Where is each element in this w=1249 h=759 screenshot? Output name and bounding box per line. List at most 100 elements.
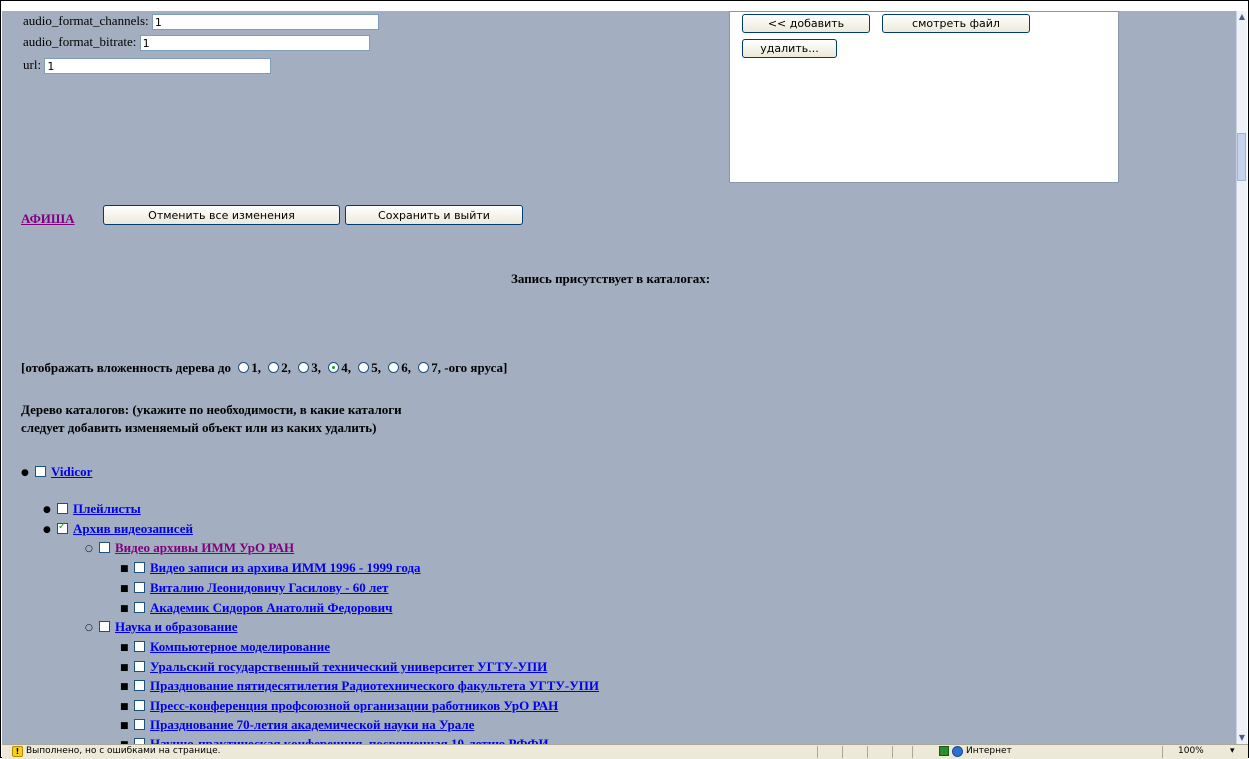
depth-option[interactable]: 1,: [238, 360, 261, 376]
checkbox-icon[interactable]: [57, 521, 68, 534]
scroll-down-arrow-icon[interactable]: ▼: [1237, 732, 1247, 744]
tree-item-link[interactable]: Наука и образование: [115, 619, 238, 634]
radio-icon[interactable]: [238, 362, 250, 373]
scroll-up-arrow-icon[interactable]: ▲: [1237, 11, 1247, 23]
checkbox-icon[interactable]: [99, 542, 110, 553]
tree-item-link[interactable]: Научно-практическая конференция, посвяще…: [150, 736, 549, 744]
tree-instructions: Дерево каталогов: (укажите по необходимо…: [21, 401, 402, 437]
bullet-square-icon: ■: [120, 663, 129, 673]
view-file-button[interactable]: смотреть файл: [882, 14, 1030, 33]
cancel-all-changes-button[interactable]: Отменить все изменения: [103, 205, 340, 225]
tree-item-link[interactable]: Академик Сидоров Анатолий Федорович: [150, 600, 392, 615]
tree-instructions-line: Дерево каталогов: (укажите по необходимо…: [21, 402, 402, 417]
checkbox-icon[interactable]: [134, 641, 145, 652]
bullet-circle-icon: ○: [85, 623, 93, 633]
checkbox-icon[interactable]: [134, 602, 145, 613]
tree-item-link[interactable]: Пресс-конференция профсоюзной организаци…: [150, 698, 558, 713]
page-content: audio_format_channels: audio_format_bitr…: [2, 11, 1238, 744]
depth-option-label: 2,: [281, 360, 291, 375]
status-divider: [892, 746, 893, 758]
tree-item: ● Плейлисты: [43, 501, 141, 519]
tree-instructions-line: следует добавить изменяемый объект или и…: [21, 420, 377, 435]
checkbox-icon[interactable]: [134, 719, 145, 730]
tree-item: ■ Пресс-конференция профсоюзной организац…: [120, 698, 558, 716]
tree-item: ■ Виталию Леонидовичу Гасилову - 60 лет: [120, 580, 388, 598]
depth-option[interactable]: 4,: [328, 360, 351, 376]
tree-item-link[interactable]: Уральский государственный технический ун…: [150, 659, 547, 674]
tree-item-link[interactable]: Архив видеозаписей: [73, 521, 193, 536]
depth-option[interactable]: 6,: [388, 360, 411, 376]
security-zone-icon[interactable]: [939, 746, 949, 756]
warning-icon[interactable]: !: [12, 746, 23, 757]
status-divider: [912, 746, 913, 758]
field-label: audio_format_bitrate:: [23, 34, 137, 49]
file-panel: << добавить смотреть файл удалить...: [729, 11, 1119, 183]
field-label: url:: [23, 57, 42, 72]
tree-item-link[interactable]: Празднование пятидесятилетия Радиотехнич…: [150, 678, 599, 693]
tree-item: ■Научно-практическая конференция, посвящ…: [120, 736, 549, 744]
tree-item: ● Архив видеозаписей: [43, 521, 193, 539]
radio-icon[interactable]: [328, 362, 340, 373]
bullet-square-icon: ■: [120, 584, 129, 594]
depth-option[interactable]: 7, -ого яруса]: [418, 360, 507, 376]
audio-format-channels-input[interactable]: [151, 14, 379, 31]
checkbox-icon[interactable]: [134, 680, 145, 691]
add-file-button[interactable]: << добавить: [742, 14, 870, 33]
checkbox-icon[interactable]: [99, 621, 110, 632]
radio-icon[interactable]: [358, 362, 370, 373]
vertical-scrollbar[interactable]: ▲ ▼: [1236, 11, 1247, 744]
tree-item: ■ Празднование пятидесятилетия Радиотехни…: [120, 678, 599, 696]
tree-item-link[interactable]: Видео записи из архива ИММ 1996 - 1999 г…: [150, 560, 421, 575]
afisha-link[interactable]: АФИША: [21, 211, 75, 227]
tree-item: ■ Компьютерное моделирование: [120, 639, 330, 657]
tree-item-link[interactable]: Плейлисты: [73, 501, 141, 516]
tree-item-link[interactable]: Видео архивы ИММ УрО РАН: [115, 540, 294, 555]
bullet-square-icon: ■: [120, 702, 129, 712]
zoom-level[interactable]: 100%: [1178, 746, 1204, 756]
bullet-square-icon: ■: [120, 564, 129, 574]
tree-item: ■ Академик Сидоров Анатолий Федорович: [120, 600, 392, 618]
tree-item-link[interactable]: Виталию Леонидовичу Гасилову - 60 лет: [150, 580, 388, 595]
radio-icon[interactable]: [298, 362, 310, 373]
checkbox-icon[interactable]: [35, 466, 46, 477]
tree-item-link[interactable]: Vidicor: [51, 464, 92, 479]
depth-option[interactable]: 5,: [358, 360, 381, 376]
status-message: Выполнено, но с ошибками на странице.: [26, 746, 221, 756]
scrollbar-thumb[interactable]: [1237, 133, 1246, 181]
tree-item-link[interactable]: Компьютерное моделирование: [150, 639, 330, 654]
bullet-square-icon: ■: [120, 643, 129, 653]
depth-option-label: 1,: [251, 360, 261, 375]
depth-option-label: 5,: [371, 360, 381, 375]
field-audio-format-bitrate: audio_format_bitrate:: [23, 34, 370, 52]
status-divider: [817, 746, 818, 758]
radio-icon[interactable]: [388, 362, 400, 373]
depth-option-label: 6,: [401, 360, 411, 375]
catalogs-title: Запись присутствует в каталогах:: [511, 271, 711, 286]
checkbox-icon[interactable]: [57, 503, 68, 514]
security-zone-label: Интернет: [966, 746, 1012, 756]
status-bar: ! Выполнено, но с ошибками на странице. …: [2, 744, 1248, 759]
tree-item: ● Vidicor: [21, 464, 92, 482]
url-input[interactable]: [44, 58, 272, 75]
tree-item: ○ Видео архивы ИММ УрО РАН: [85, 540, 294, 558]
save-and-exit-button[interactable]: Сохранить и выйти: [345, 205, 523, 225]
depth-option-label: 4,: [341, 360, 351, 375]
audio-format-bitrate-input[interactable]: [139, 35, 370, 52]
checkbox-icon[interactable]: [134, 582, 145, 593]
depth-option[interactable]: 3,: [298, 360, 321, 376]
checkbox-icon[interactable]: [134, 661, 145, 672]
depth-option[interactable]: 2,: [268, 360, 291, 376]
tree-item: ■ Видео записи из архива ИММ 1996 - 1999 …: [120, 560, 421, 578]
radio-icon[interactable]: [418, 362, 430, 373]
radio-icon[interactable]: [268, 362, 280, 373]
checkbox-icon[interactable]: [134, 700, 145, 711]
field-label: audio_format_channels:: [23, 13, 149, 28]
bullet-disc-icon: ●: [43, 505, 51, 515]
status-divider: [842, 746, 843, 758]
zoom-dropdown-icon[interactable]: ▾: [1230, 746, 1235, 756]
delete-file-button[interactable]: удалить...: [742, 39, 837, 58]
tree-item: ■ Уральский государственный технический у…: [120, 659, 547, 677]
checkbox-icon[interactable]: [134, 562, 145, 573]
tree-item-link[interactable]: Празднование 70-летия академической наук…: [150, 717, 474, 732]
field-url: url:: [23, 57, 272, 75]
